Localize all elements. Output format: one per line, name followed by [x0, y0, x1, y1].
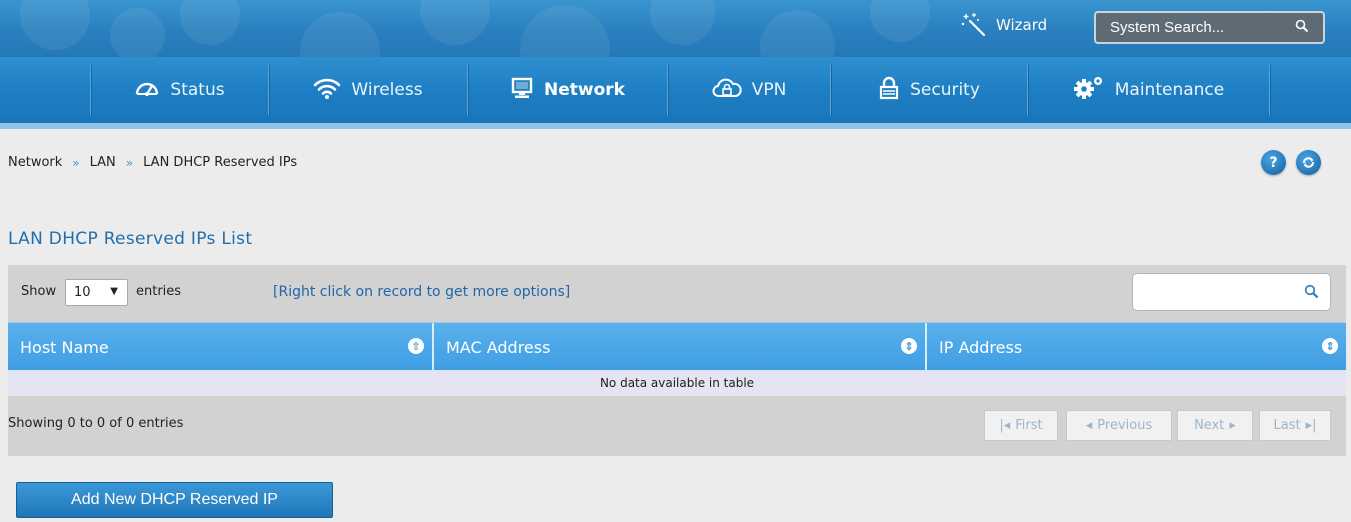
- search-icon: [1304, 284, 1319, 303]
- search-icon: [1295, 19, 1309, 37]
- next-page-button[interactable]: Next ▸: [1177, 410, 1253, 441]
- nav-label-network: Network: [544, 80, 625, 100]
- pagination-info: Showing 0 to 0 of 0 entries: [8, 416, 184, 431]
- column-header-host-name[interactable]: Host Name ⇧: [8, 323, 432, 371]
- nav-label-maintenance: Maintenance: [1114, 80, 1225, 100]
- breadcrumb-item-lan[interactable]: LAN: [90, 155, 116, 170]
- nav-label-security: Security: [910, 80, 980, 100]
- table-toolbar: Show 10 ▼ entries [Right click on record…: [8, 265, 1346, 322]
- refresh-icon[interactable]: [1296, 150, 1321, 175]
- sort-both-icon: ⇕: [901, 338, 917, 354]
- nav-item-maintenance[interactable]: Maintenance: [1028, 57, 1269, 123]
- main-navigation: Status Wireless Network VPN Security Mai…: [0, 57, 1351, 129]
- context-menu-hint: [Right click on record to get more optio…: [273, 284, 571, 300]
- nav-item-wireless[interactable]: Wireless: [269, 57, 467, 123]
- column-label: Host Name: [20, 337, 109, 357]
- previous-label: Previous: [1097, 418, 1153, 433]
- cloud-lock-icon: [712, 76, 742, 105]
- first-label: First: [1015, 418, 1043, 433]
- monitor-icon: [510, 76, 534, 105]
- nav-item-security[interactable]: Security: [831, 57, 1027, 123]
- column-header-mac-address[interactable]: MAC Address ⇕: [434, 323, 925, 371]
- breadcrumb-separator: »: [72, 155, 80, 170]
- nav-item-network[interactable]: Network: [468, 57, 667, 123]
- top-banner: Wizard System Search...: [0, 0, 1351, 57]
- entries-select-value: 10: [74, 285, 91, 300]
- last-label: Last: [1273, 418, 1301, 433]
- add-dhcp-reserved-ip-button[interactable]: Add New DHCP Reserved IP: [16, 482, 333, 518]
- breadcrumb: Network » LAN » LAN DHCP Reserved IPs: [8, 155, 297, 170]
- last-page-button[interactable]: Last ▸|: [1259, 410, 1331, 441]
- next-label: Next: [1194, 418, 1225, 433]
- wizard-label: Wizard: [996, 16, 1048, 34]
- nav-item-status[interactable]: Status: [91, 57, 268, 123]
- table-search-input[interactable]: [1132, 273, 1331, 311]
- breadcrumb-item-network[interactable]: Network: [8, 155, 62, 170]
- entries-label: entries: [136, 284, 182, 299]
- nav-label-status: Status: [170, 80, 225, 100]
- breadcrumb-separator: »: [125, 155, 134, 170]
- column-label: MAC Address: [446, 337, 551, 357]
- sort-both-icon: ⇕: [1322, 338, 1338, 354]
- breadcrumb-item-current: LAN DHCP Reserved IPs: [143, 155, 298, 170]
- gears-icon: [1073, 75, 1105, 106]
- table-header: Host Name ⇧ MAC Address ⇕ IP Address ⇕: [8, 322, 1346, 371]
- dropdown-arrow-icon: ▼: [110, 286, 118, 297]
- padlock-icon: [878, 76, 900, 105]
- system-search-input[interactable]: System Search...: [1094, 11, 1325, 44]
- previous-page-button[interactable]: ◂ Previous: [1066, 410, 1172, 441]
- table-footer: Showing 0 to 0 of 0 entries |◂ First ◂ P…: [8, 396, 1346, 456]
- next-icon: ▸: [1229, 418, 1236, 433]
- magic-wand-icon: [960, 12, 988, 38]
- show-label: Show: [21, 284, 57, 299]
- column-label: IP Address: [939, 337, 1023, 357]
- nav-label-wireless: Wireless: [351, 80, 423, 100]
- nav-item-vpn[interactable]: VPN: [668, 57, 830, 123]
- page-title: LAN DHCP Reserved IPs List: [8, 229, 253, 249]
- help-icon[interactable]: ?: [1261, 150, 1286, 175]
- system-search-placeholder: System Search...: [1110, 19, 1225, 36]
- previous-icon: ◂: [1085, 418, 1093, 433]
- entries-per-page-select[interactable]: 10 ▼: [65, 279, 128, 306]
- dashboard-gauge-icon: [134, 77, 160, 104]
- first-page-icon: |◂: [999, 418, 1011, 433]
- last-page-icon: ▸|: [1305, 418, 1317, 433]
- column-header-ip-address[interactable]: IP Address ⇕: [927, 323, 1346, 371]
- wifi-icon: [313, 76, 341, 105]
- first-page-button[interactable]: |◂ First: [984, 410, 1058, 441]
- wizard-link[interactable]: Wizard: [960, 10, 1047, 40]
- nav-label-vpn: VPN: [751, 80, 787, 100]
- table-empty-row: No data available in table: [8, 370, 1346, 396]
- router-admin-page: Wizard System Search... Status Wireless …: [0, 0, 1351, 522]
- sort-ascending-icon: ⇧: [408, 338, 424, 354]
